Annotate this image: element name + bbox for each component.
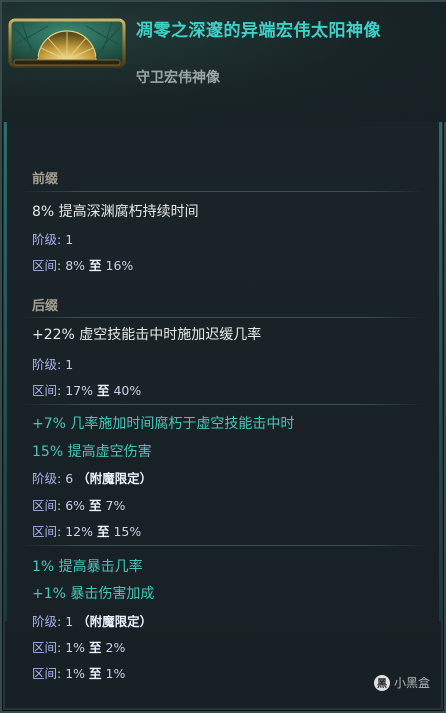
- range-to-word: 至: [89, 640, 102, 655]
- affix3-stat2: 15% 提高虚空伤害: [32, 444, 152, 460]
- range-to: 1%: [105, 666, 126, 681]
- affix4-range2: 区间: 1% 至 1%: [32, 663, 125, 682]
- frame-left-edge: [4, 112, 7, 621]
- heybox-logo-icon: 黑: [373, 674, 390, 691]
- tier-value: : 6: [57, 471, 74, 486]
- range-to: 40%: [113, 383, 142, 398]
- range-from: : 1%: [57, 666, 86, 681]
- affix3-tier: 阶级: 6 （附魔限定）: [32, 468, 152, 487]
- range-to-word: 至: [89, 258, 102, 273]
- range-label: 区间: [32, 666, 58, 681]
- suffix-range: 区间: 17% 至 40%: [32, 380, 141, 399]
- range-to-word: 至: [89, 666, 102, 681]
- watermark: 黑 小黑盒: [373, 674, 430, 691]
- tier-note: （附魔限定）: [77, 471, 153, 486]
- range-to: 15%: [113, 524, 142, 539]
- prefix-header: 前缀: [32, 172, 59, 187]
- prefix-stat: 8% 提高深渊腐朽持续时间: [32, 204, 199, 220]
- divider: [20, 191, 426, 192]
- watermark-text: 小黑盒: [393, 676, 430, 690]
- affix4-tier: 阶级: 1 （附魔限定）: [32, 611, 152, 630]
- range-label: 区间: [32, 258, 58, 273]
- affix4-range1: 区间: 1% 至 2%: [32, 637, 125, 656]
- item-base-type: 守卫宏伟神像: [136, 70, 220, 86]
- tier-value: : 1: [57, 357, 74, 372]
- item-name: 凋零之深邃的异端宏伟太阳神像: [136, 21, 381, 41]
- range-from: : 17%: [57, 383, 93, 398]
- range-from: : 6%: [57, 498, 86, 513]
- sun-idol-icon: [8, 18, 126, 68]
- suffix-stat: +22% 虚空技能击中时施加迟缓几率: [32, 327, 262, 343]
- divider: [20, 404, 426, 405]
- frame-right-edge: [439, 112, 442, 621]
- tier-label: 阶级: [32, 471, 58, 486]
- range-label: 区间: [32, 498, 58, 513]
- tier-value: : 1: [57, 614, 74, 629]
- range-label: 区间: [32, 383, 58, 398]
- tier-label: 阶级: [32, 614, 58, 629]
- range-from: : 12%: [57, 524, 93, 539]
- range-from: : 8%: [57, 258, 86, 273]
- suffix-tier: 阶级: 1: [32, 354, 73, 373]
- affix3-range2: 区间: 12% 至 15%: [32, 521, 141, 540]
- item-tooltip: 凋零之深邃的异端宏伟太阳神像 守卫宏伟神像 前缀 8% 提高深渊腐朽持续时间 阶…: [0, 0, 446, 713]
- divider: [20, 545, 426, 546]
- range-from: : 1%: [57, 640, 86, 655]
- tooltip-header: 凋零之深邃的异端宏伟太阳神像 守卫宏伟神像: [2, 2, 446, 122]
- range-label: 区间: [32, 640, 58, 655]
- range-to: 7%: [105, 498, 126, 513]
- range-to-word: 至: [89, 498, 102, 513]
- tier-note: （附魔限定）: [77, 614, 153, 629]
- tier-value: : 1: [57, 232, 74, 247]
- affix3-range1: 区间: 6% 至 7%: [32, 495, 125, 514]
- affix4-stat2: +1% 暴击伤害加成: [32, 586, 155, 602]
- range-label: 区间: [32, 524, 58, 539]
- prefix-tier: 阶级: 1: [32, 229, 73, 248]
- affix4-stat1: 1% 提高暴击几率: [32, 559, 143, 575]
- range-to: 16%: [105, 258, 134, 273]
- prefix-range: 区间: 8% 至 16%: [32, 255, 133, 274]
- range-to-word: 至: [96, 524, 110, 539]
- range-to-word: 至: [96, 383, 110, 398]
- tier-label: 阶级: [32, 232, 58, 247]
- divider: [20, 317, 426, 318]
- tier-label: 阶级: [32, 357, 58, 372]
- suffix-header: 后缀: [32, 299, 59, 314]
- range-to: 2%: [105, 640, 126, 655]
- affix3-stat1: +7% 几率施加时间腐朽于虚空技能击中时: [32, 416, 295, 432]
